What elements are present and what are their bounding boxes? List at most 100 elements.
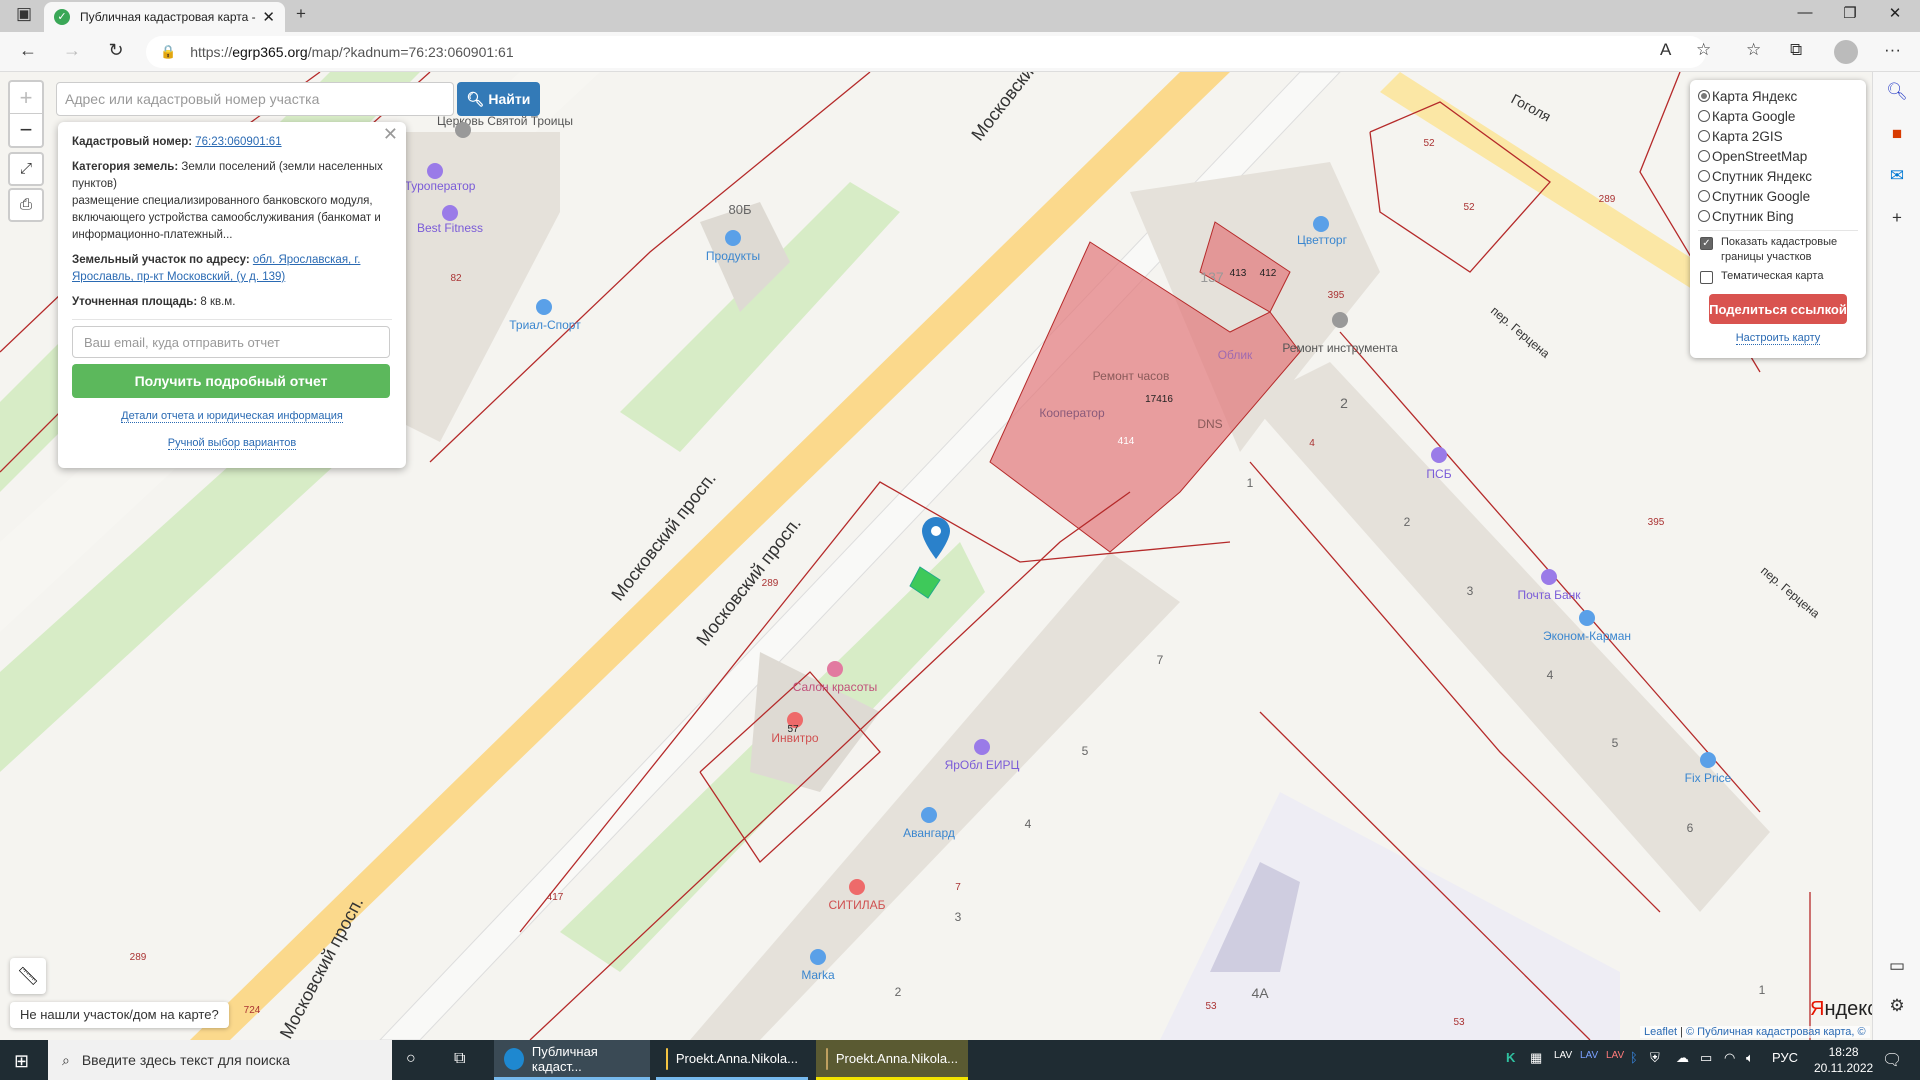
map-feature	[931, 526, 941, 536]
cortana-icon[interactable]: ○	[406, 1050, 416, 1068]
layer-label: Карта Google	[1712, 108, 1796, 124]
taskbar-app-media[interactable]: Proekt.Anna.Nikola...	[816, 1040, 968, 1080]
lav-icon[interactable]: LAV	[1606, 1050, 1624, 1061]
notifications-icon[interactable]: 🗨︎	[1882, 1050, 1902, 1070]
kaspersky-icon[interactable]: K	[1506, 1050, 1515, 1065]
thematic-map-checkbox[interactable]	[1700, 271, 1713, 284]
ruler-button[interactable]: 📏︎	[10, 958, 46, 994]
sidebar-toggle-icon[interactable]: ▭	[1885, 956, 1909, 980]
search-icon[interactable]: 🔍︎	[1885, 82, 1909, 106]
leaflet-link[interactable]: Leaflet	[1644, 1026, 1677, 1038]
poi-label: Триал-Спорт	[509, 318, 581, 332]
radio-button[interactable]	[1698, 130, 1710, 142]
security-warning-icon[interactable]: ⛨	[1650, 1050, 1660, 1066]
windows-start-icon[interactable]: ⊞	[14, 1051, 29, 1072]
bluetooth-icon[interactable]: ᛒ	[1630, 1050, 1638, 1065]
expand-icon: ⤢	[19, 160, 32, 177]
settings-icon[interactable]: ⚙	[1885, 996, 1909, 1020]
parcel-info-popup: ✕ Кадастровый номер: 76:23:060901:61 Кат…	[58, 122, 406, 468]
layer-option-2gis-map[interactable]: Карта 2GIS	[1698, 126, 1858, 146]
close-window-icon[interactable]: ✕	[1875, 4, 1915, 22]
tab-close-icon[interactable]: ✕	[262, 8, 275, 26]
office-icon[interactable]: ■	[1885, 124, 1909, 148]
search-icon: 🔍︎	[466, 90, 485, 107]
parcel-number: 289	[1599, 194, 1616, 205]
browser-toolbar: ← → ↻ 🔒 https://egrp365.org/map/?kadnum=…	[0, 32, 1920, 72]
radio-button[interactable]	[1698, 150, 1710, 162]
thematic-map-checkbox-row[interactable]: Тематическая карта	[1698, 269, 1858, 284]
radio-button[interactable]	[1698, 90, 1710, 102]
outlook-icon[interactable]: ✉	[1885, 166, 1909, 190]
popup-close-icon[interactable]: ✕	[383, 125, 398, 143]
add-favorite-icon[interactable]: ☆	[1696, 40, 1711, 60]
taskbar-app-folder[interactable]: Proekt.Anna.Nikola...	[656, 1040, 808, 1080]
taskbar-search[interactable]: ⌕ Введите здесь текст для поиска	[48, 1040, 392, 1080]
layer-option-bing-satellite[interactable]: Спутник Bing	[1698, 206, 1858, 226]
layer-option-yandex-map[interactable]: Карта Яндекс	[1698, 86, 1858, 106]
yandex-logo[interactable]: Яндекс	[1810, 998, 1872, 1021]
favorites-icon[interactable]: ☆	[1746, 40, 1761, 60]
zoom-out-button[interactable]: −	[10, 114, 42, 146]
add-icon[interactable]: +	[1885, 208, 1909, 232]
print-button[interactable]: ⎙	[8, 188, 44, 222]
date: 20.11.2022	[1814, 1061, 1874, 1075]
search-input[interactable]	[56, 82, 454, 116]
share-link-button[interactable]: Поделиться ссылкой	[1709, 294, 1847, 324]
find-button[interactable]: 🔍︎ Найти	[457, 82, 540, 116]
map-viewport[interactable]: Московский просп. Московский просп. Моск…	[0, 72, 1872, 1040]
tray-app-icon[interactable]: ▦	[1530, 1050, 1542, 1066]
task-view-icon[interactable]: ⧉	[454, 1050, 465, 1068]
not-found-button[interactable]: Не нашли участок/дом на карте?	[10, 1002, 229, 1028]
area-value: 8 кв.м.	[200, 296, 236, 308]
layer-label: Спутник Bing	[1712, 208, 1794, 224]
taskbar-app-edge[interactable]: Публичная кадаст...	[494, 1040, 650, 1080]
restore-icon[interactable]: ❐	[1830, 4, 1870, 22]
back-icon[interactable]: ←	[16, 40, 40, 61]
volume-icon[interactable]: 🔈︎	[1746, 1050, 1754, 1066]
language-indicator[interactable]: РУС	[1772, 1050, 1798, 1065]
show-cadastral-checkbox[interactable]: ✓	[1700, 237, 1713, 250]
source-link[interactable]: © Публичная кадастровая карта, ©	[1686, 1026, 1866, 1038]
radio-button[interactable]	[1698, 110, 1710, 122]
clock[interactable]: 18:28 20.11.2022	[1814, 1044, 1873, 1076]
setup-map-link[interactable]: Настроить карту	[1735, 332, 1821, 345]
read-aloud-icon[interactable]: A	[1660, 40, 1671, 60]
clothes-icon	[1579, 610, 1595, 626]
new-tab-icon[interactable]: +	[296, 4, 306, 24]
radio-button[interactable]	[1698, 190, 1710, 202]
manual-selection-link[interactable]: Ручной выбор вариантов	[167, 437, 297, 450]
address-bar[interactable]: 🔒 https://egrp365.org/map/?kadnum=76:23:…	[146, 36, 1706, 68]
show-cadastral-checkbox-row[interactable]: ✓ Показать кадастровые границы участков	[1698, 235, 1858, 265]
lav-icon[interactable]: LAV	[1554, 1050, 1572, 1061]
radio-button[interactable]	[1698, 210, 1710, 222]
layer-option-osm[interactable]: OpenStreetMap	[1698, 146, 1858, 166]
poi-label: Ремонт часов	[1093, 369, 1170, 383]
forward-icon[interactable]: →	[60, 40, 84, 61]
more-icon[interactable]: ···	[1884, 40, 1901, 60]
battery-icon[interactable]: ▭	[1700, 1050, 1712, 1066]
collections-icon[interactable]: ⧉	[1790, 40, 1802, 60]
lav-icon[interactable]: LAV	[1580, 1050, 1598, 1061]
wifi-icon[interactable]: ◠	[1724, 1050, 1735, 1066]
street-label: Московский просп.	[967, 72, 1080, 144]
zoom-in-button[interactable]: +	[10, 82, 42, 114]
details-link[interactable]: Детали отчета и юридическая информация	[121, 410, 343, 423]
profile-avatar[interactable]	[1834, 40, 1858, 64]
cadnum-link[interactable]: 76:23:060901:61	[195, 136, 281, 148]
layer-option-google-satellite[interactable]: Спутник Google	[1698, 186, 1858, 206]
radio-button[interactable]	[1698, 170, 1710, 182]
onedrive-icon[interactable]: ☁	[1676, 1050, 1689, 1066]
email-field[interactable]	[72, 326, 390, 358]
browser-tab[interactable]: ✓ Публичная кадастровая карта - ✕	[44, 2, 285, 32]
lock-icon[interactable]: 🔒	[160, 44, 176, 60]
layer-option-google-map[interactable]: Карта Google	[1698, 106, 1858, 126]
parcel-number: 53	[1453, 1017, 1465, 1028]
setup-map-row: Настроить карту	[1698, 332, 1858, 345]
get-report-button[interactable]: Получить подробный отчет	[72, 364, 390, 398]
house-number: 2	[895, 985, 902, 999]
fullscreen-button[interactable]: ⤢	[8, 152, 44, 186]
tab-actions-icon[interactable]: ▣	[16, 4, 32, 24]
minimize-icon[interactable]: —	[1785, 4, 1825, 21]
layer-option-yandex-satellite[interactable]: Спутник Яндекс	[1698, 166, 1858, 186]
reload-icon[interactable]: ↻	[104, 40, 128, 61]
